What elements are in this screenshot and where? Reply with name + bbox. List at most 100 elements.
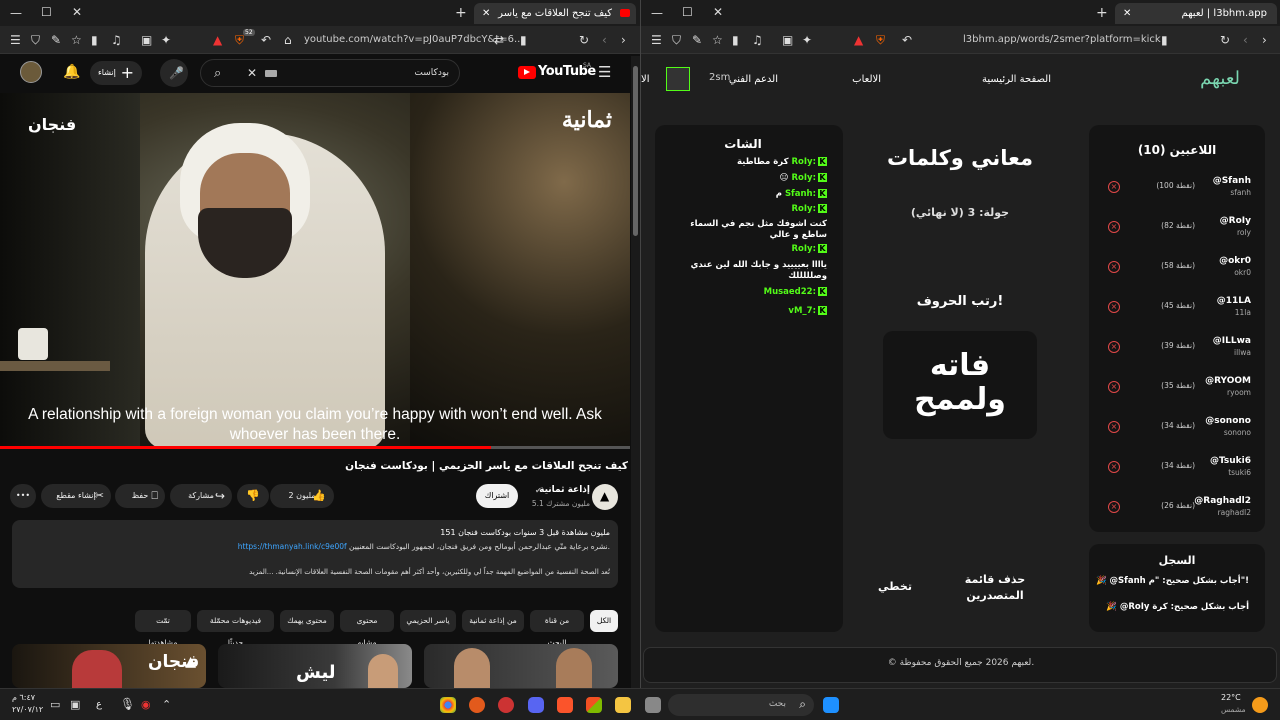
reload-icon[interactable]: ↻ bbox=[579, 34, 589, 46]
more-actions-button[interactable]: ••• bbox=[10, 484, 36, 508]
tray-chevron-icon[interactable]: ⌃ bbox=[162, 699, 171, 710]
puzzle-icon[interactable]: ✦ bbox=[161, 34, 171, 46]
weather-desc: مشمس bbox=[1221, 705, 1246, 714]
file-explorer-icon[interactable] bbox=[615, 697, 631, 713]
clear-search-icon[interactable]: ✕ bbox=[247, 67, 257, 79]
chip-similar[interactable]: محتوى مشابه bbox=[340, 610, 394, 647]
like-button[interactable]: 2 مليون 👍 bbox=[270, 484, 334, 508]
page-scrollbar[interactable] bbox=[631, 56, 640, 688]
region-code: SA bbox=[583, 62, 592, 69]
reload-back-icon[interactable]: ↶ bbox=[261, 34, 271, 46]
chat-text: 😐 bbox=[779, 173, 789, 183]
menu-icon[interactable]: ☰ bbox=[10, 34, 21, 46]
chat-username[interactable]: RoIy: bbox=[792, 244, 817, 254]
chat-username[interactable]: RoIy: bbox=[792, 204, 817, 214]
video-player[interactable]: ثمانية فنجان A relationship with a forei… bbox=[0, 93, 630, 449]
chip-yasser[interactable]: ياسر الحزيمي bbox=[400, 610, 456, 632]
display-icon[interactable]: ▣ bbox=[70, 699, 80, 710]
chip-from-channel[interactable]: من إذاعة ثمانية bbox=[462, 610, 524, 632]
tab-youtube[interactable]: ✕ كيف تنجح العلاقات مع ياسر الحز bbox=[474, 3, 636, 40]
screenshot-icon[interactable]: ▣ bbox=[141, 34, 152, 46]
windows-start-icon[interactable] bbox=[823, 697, 839, 713]
bookmark-icon[interactable]: ☆ bbox=[71, 34, 82, 46]
voice-search-button[interactable]: 🎤 bbox=[160, 59, 188, 87]
taskbar-search[interactable]: بحث ⌕ bbox=[668, 694, 814, 716]
chip-watched[interactable]: تمّت مشاهدتها bbox=[135, 610, 191, 647]
avatar[interactable] bbox=[20, 61, 42, 83]
thumbnail-2[interactable]: ليش bbox=[218, 644, 412, 688]
chat-username[interactable]: RoIy: bbox=[792, 157, 817, 167]
weather-temp[interactable]: 22°C bbox=[1221, 693, 1241, 702]
thumbnail-3[interactable] bbox=[424, 644, 618, 688]
music-icon[interactable]: ♫ bbox=[111, 34, 122, 46]
chip-recently-uploaded[interactable]: فيديوهات محمّلة حديثًا bbox=[197, 610, 274, 647]
tab-close-icon[interactable]: ✕ bbox=[482, 3, 490, 24]
brave-rewards-icon[interactable]: ▲ bbox=[213, 34, 222, 46]
thumb-face bbox=[368, 654, 398, 688]
chat-username[interactable]: Sfanh: bbox=[785, 189, 816, 199]
subscribe-button[interactable]: اشتراك bbox=[476, 484, 518, 508]
new-tab-icon[interactable]: + bbox=[455, 6, 467, 20]
url-field[interactable]: youtube.com/watch?v=pJ0auP7dbcY&t=6... bbox=[304, 31, 524, 49]
chat-message: وصلللللك bbox=[788, 271, 827, 281]
record-icon[interactable]: ◉ bbox=[141, 699, 151, 710]
log-entry: 🎉 @RoIy أجاب بشكل صحيح: كرة bbox=[1106, 602, 1249, 612]
keyboard-icon[interactable] bbox=[265, 70, 277, 77]
scrollbar-thumb[interactable] bbox=[633, 66, 638, 236]
video-subtitle: A relationship with a foreign woman you … bbox=[28, 406, 602, 443]
share-button[interactable]: مشاركة ↪ bbox=[170, 484, 232, 508]
close-icon[interactable]: ✕ bbox=[72, 6, 82, 18]
sidebar-icon[interactable]: ▮ bbox=[91, 34, 98, 46]
brave-shield-icon[interactable]: ⛨ bbox=[235, 34, 244, 46]
chat-username[interactable]: RoIy: bbox=[792, 173, 817, 183]
share-url-icon[interactable]: ⇄ bbox=[494, 34, 504, 46]
youtube-logo-icon[interactable] bbox=[518, 66, 536, 79]
channel-name[interactable]: إذاعة ثمانية bbox=[539, 485, 590, 495]
language-indicator[interactable]: ع bbox=[96, 699, 102, 710]
dislike-button[interactable]: 👎 bbox=[237, 484, 269, 508]
share-icon: ↪ bbox=[214, 489, 225, 503]
site-info-icon[interactable]: ⌂ bbox=[284, 34, 292, 46]
chat-text: ياااا بعييييد و جابك الله لين عندي bbox=[690, 260, 827, 270]
extensions-icon[interactable]: ✎ bbox=[51, 34, 61, 46]
bookmark-page-icon[interactable]: ▮ bbox=[520, 34, 527, 46]
obs-icon[interactable] bbox=[498, 697, 514, 713]
search-icon[interactable]: ⌕ bbox=[214, 67, 221, 80]
chip-from-search[interactable]: من قناة البحث bbox=[530, 610, 584, 647]
microphone-icon[interactable]: 🎙 bbox=[120, 698, 135, 710]
video-progress-fill bbox=[0, 446, 492, 449]
shield-icon[interactable]: ⛉ bbox=[31, 34, 40, 46]
discord-icon[interactable] bbox=[528, 697, 544, 713]
clock-time[interactable]: ٦:٤٧ م bbox=[12, 693, 35, 702]
chip-all[interactable]: الكل bbox=[590, 610, 618, 632]
chip-for-you[interactable]: محتوى يهمك bbox=[280, 610, 334, 632]
back-icon[interactable]: ‹ bbox=[602, 34, 607, 46]
video-progress-bar[interactable] bbox=[0, 446, 630, 449]
minimize-icon[interactable]: — bbox=[10, 7, 22, 19]
video-description[interactable]: 151 مليون مشاهدة قبل 3 سنوات بودكاست فنج… bbox=[12, 520, 618, 588]
chat-message: كرة مطاطية RoIy: K bbox=[737, 157, 827, 167]
youtube-header: 🔔 إنشاء + 🎤 ⌕ ✕ بودكاست YouTube SA ☰ bbox=[0, 56, 630, 92]
firefox-icon[interactable] bbox=[469, 697, 485, 713]
save-button[interactable]: حفظ ⎕ bbox=[115, 484, 165, 508]
brave-icon[interactable] bbox=[557, 697, 573, 713]
chrome-icon[interactable] bbox=[440, 697, 456, 713]
maximize-icon[interactable]: ☐ bbox=[41, 6, 52, 18]
task-view-icon[interactable] bbox=[645, 697, 661, 713]
chat-message: م Sfanh: K bbox=[776, 189, 827, 199]
thumbnail-1[interactable]: فنجان ▲ bbox=[12, 644, 206, 688]
hamburger-icon[interactable]: ☰ bbox=[598, 65, 611, 80]
description-link[interactable]: https://thmanyah.link/c9e00f bbox=[238, 542, 347, 551]
chat-username[interactable]: vM_7: bbox=[788, 306, 816, 316]
chat-username[interactable]: Musaed22: bbox=[764, 287, 816, 297]
channel-avatar[interactable]: ▲ bbox=[592, 484, 618, 510]
clock-date[interactable]: ٢٧/٠٧/١٢ bbox=[12, 705, 43, 714]
clip-button[interactable]: إنشاء مقطع ✂ bbox=[41, 484, 111, 508]
forward-icon[interactable]: › bbox=[621, 34, 626, 46]
store-icon[interactable] bbox=[586, 697, 602, 713]
bell-icon[interactable]: 🔔 bbox=[63, 65, 80, 79]
create-button[interactable]: إنشاء + bbox=[90, 61, 142, 85]
notification-icon[interactable]: ▭ bbox=[50, 699, 60, 710]
thumbs-down-icon: 👎 bbox=[246, 489, 260, 502]
search-input[interactable]: بودكاست bbox=[414, 60, 449, 86]
